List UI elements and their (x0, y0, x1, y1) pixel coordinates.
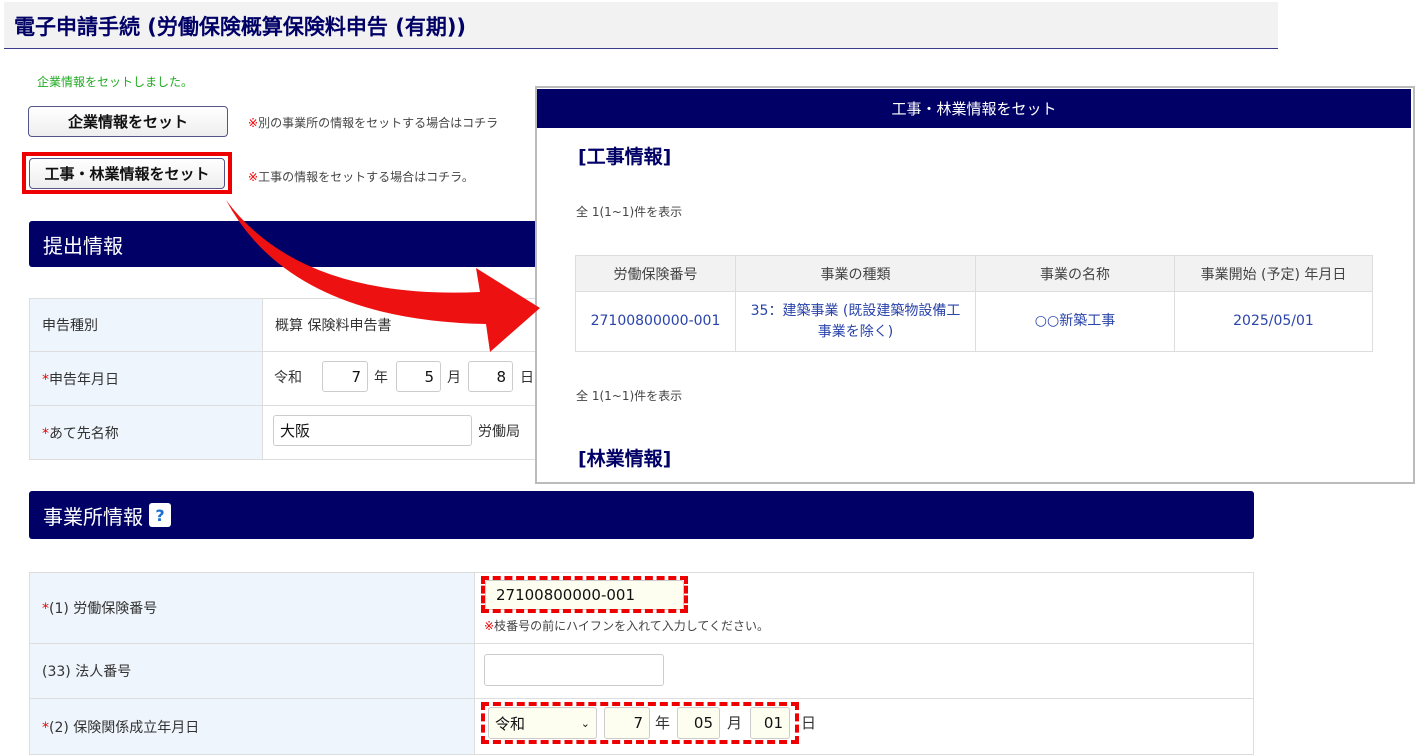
modal-title: 工事・林業情報をセット (537, 89, 1411, 128)
cell-link[interactable]: 2025/05/01 (1174, 291, 1373, 352)
construction-table: 労働保険番号 事業の種類 事業の名称 事業開始 (予定) 年月日 2710080000… (575, 255, 1373, 352)
insurance-number-note: ※枝番号の前にハイフンを入れて入力してください。 (484, 619, 769, 633)
section-office: 事業所情報? (29, 491, 1254, 539)
note-mark: ※ (248, 116, 259, 130)
label: *(1) 労働保険番号 (29, 572, 475, 644)
set-construction-button[interactable]: 工事・林業情報をセット (29, 158, 225, 189)
section-title: 提出情報 (43, 233, 123, 258)
construction-modal: 工事・林業情報をセット [工事情報] 全 1(1~1)件を表示 労働保険番号 事業… (535, 86, 1415, 484)
year-input[interactable]: 7 (322, 361, 368, 392)
corporate-number-input[interactable] (484, 654, 664, 686)
era-label: 令和 (274, 370, 302, 386)
construction-note: ※工事の情報をセットする場合はコチラ。 (248, 168, 474, 185)
cell-link[interactable]: ○○新築工事 (975, 291, 1175, 352)
company-note: ※別の事業所の情報をセットする場合はコチラ (248, 114, 498, 131)
cell-link[interactable]: 35：建築事業 (既設建築物設備工事業を除く) (735, 291, 976, 352)
note-mark: ※ (248, 170, 259, 184)
construction-note-text: 工事の情報をセットする場合はコチラ。 (258, 170, 474, 184)
column-header: 事業開始 (予定) 年月日 (1174, 255, 1373, 292)
forestry-heading: [林業情報] (578, 448, 672, 470)
company-note-text: 別の事業所の情報をセットする場合はコチラ (258, 116, 499, 130)
label: (33) 法人番号 (29, 643, 475, 699)
result-count: 全 1(1~1)件を表示 (576, 205, 683, 219)
label: *(2) 保険関係成立年月日 (29, 698, 475, 755)
day-input[interactable]: 8 (468, 361, 513, 392)
section-title: 事業所情報 (43, 504, 143, 529)
day-unit: 日 (801, 714, 817, 732)
highlight-dashed-box (481, 576, 688, 613)
page-header: 電子申請手続 (労働保険概算保険料申告 (有期)) (4, 2, 1278, 49)
construction-heading: [工事情報] (578, 146, 672, 168)
help-icon[interactable]: ? (149, 503, 171, 527)
highlight-dashed-box (481, 702, 799, 744)
set-company-button[interactable]: 企業情報をセット (28, 106, 228, 137)
month-input[interactable]: 5 (396, 361, 441, 392)
column-header: 事業の名称 (975, 255, 1175, 292)
label: *申告年月日 (29, 351, 263, 406)
label: 申告種別 (29, 298, 263, 352)
page-title: 電子申請手続 (労働保険概算保険料申告 (有期)) (14, 15, 467, 39)
column-header: 事業の種類 (735, 255, 976, 292)
status-message: 企業情報をセットしました。 (37, 75, 194, 89)
month-unit: 月 (447, 370, 461, 386)
year-unit: 年 (374, 370, 388, 386)
table-row[interactable]: 27100800000-001 35：建築事業 (既設建築物設備工事業を除く) ○○… (575, 291, 1373, 352)
result-count: 全 1(1~1)件を表示 (576, 389, 683, 403)
cell-link[interactable]: 27100800000-001 (575, 291, 736, 352)
destination-suffix: 労働局 (478, 424, 520, 440)
column-header: 労働保険番号 (575, 255, 736, 292)
label: *あて先名称 (29, 405, 263, 460)
day-unit: 日 (520, 370, 534, 386)
destination-input[interactable]: 大阪 (273, 415, 472, 446)
